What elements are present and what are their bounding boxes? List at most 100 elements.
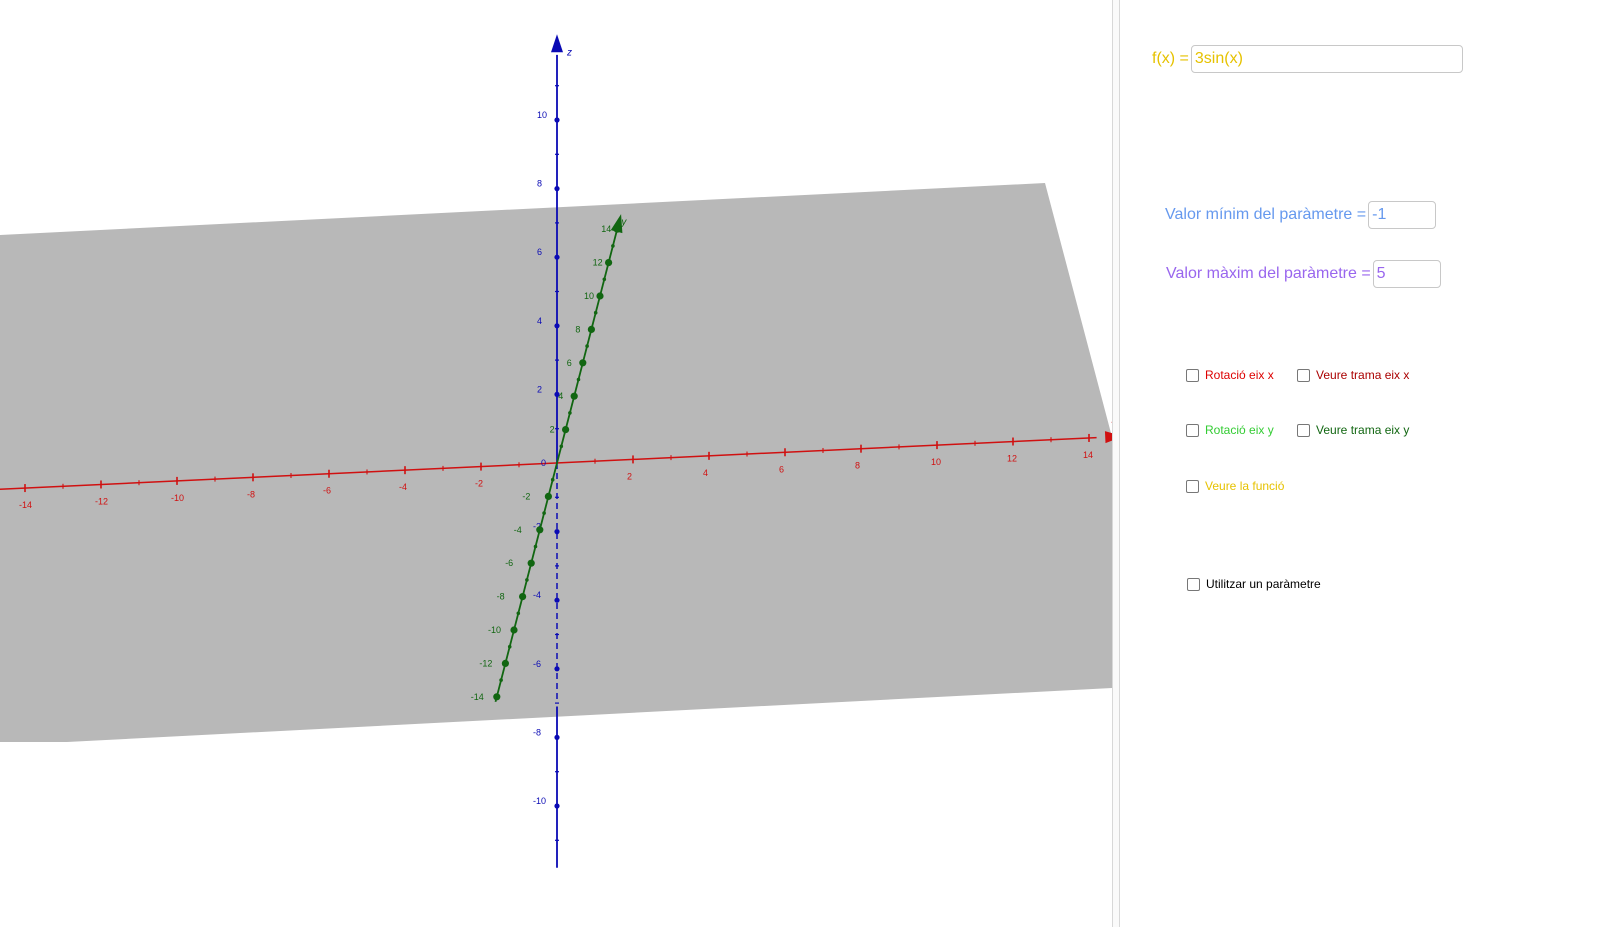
param-max-input[interactable] <box>1372 260 1441 288</box>
y-axis-tick <box>507 644 512 649</box>
y-tick-label: 6 <box>567 358 572 368</box>
x-tick-label: 2 <box>627 471 632 481</box>
z-axis-tick <box>554 254 560 260</box>
z-axis-tick <box>554 734 560 741</box>
grid-y-label: Veure trama eix y <box>1316 423 1410 437</box>
y-axis-tick <box>493 693 501 701</box>
function-label: f(x) = <box>1152 50 1189 67</box>
x-tick-label: -4 <box>399 482 407 492</box>
y-axis-name: y <box>620 217 627 228</box>
x-tick-label: 8 <box>855 461 860 471</box>
x-tick-label: -12 <box>95 496 108 506</box>
checkbox-use-parameter[interactable]: Utilitzar un paràmetre <box>1187 577 1321 591</box>
use-parameter-label: Utilitzar un paràmetre <box>1206 577 1321 591</box>
param-max-row: Valor màxim del paràmetre = <box>1166 260 1441 288</box>
y-axis-tick <box>499 678 503 682</box>
function-row: f(x) = <box>1152 45 1463 73</box>
y-tick-label: 2 <box>550 425 555 435</box>
y-axis-tick <box>602 277 607 282</box>
z-tick-label: 6 <box>537 247 542 257</box>
y-axis-tick <box>544 492 553 500</box>
y-tick-label: -6 <box>505 558 513 568</box>
y-axis-tick <box>585 344 589 348</box>
y-tick-label: -8 <box>497 592 505 602</box>
z-tick-label: -6 <box>533 659 541 669</box>
y-axis-tick <box>596 292 604 300</box>
x-tick-label: 14 <box>1083 450 1093 460</box>
checkbox-grid-x[interactable]: Veure trama eix x <box>1297 368 1409 382</box>
y-axis-tick <box>611 244 615 248</box>
y-axis-tick <box>559 444 564 449</box>
z-tick-label: -8 <box>533 727 541 737</box>
x-tick-label: 10 <box>931 457 941 467</box>
y-axis-tick <box>510 626 518 634</box>
y-axis-tick <box>516 611 521 616</box>
z-axis-tick <box>554 666 560 672</box>
z-axis-tick <box>554 597 560 603</box>
checkbox-grid-y[interactable]: Veure trama eix y <box>1297 423 1409 437</box>
y-axis-tick <box>525 578 529 582</box>
checkbox-rotation-x[interactable]: Rotació eix x <box>1186 368 1274 382</box>
y-tick-label: -2 <box>522 491 530 501</box>
y-axis-tick <box>579 359 587 367</box>
checkbox-show-function[interactable]: Veure la funció <box>1186 479 1284 493</box>
z-axis-tick <box>554 529 560 535</box>
y-axis-tick <box>570 392 578 400</box>
origin-label: 0 <box>541 458 546 468</box>
y-axis-tick <box>550 477 555 482</box>
y-axis-tick <box>568 411 572 415</box>
y-axis-tick <box>587 325 596 333</box>
3d-scene[interactable]: -14-12-10-8-6-4-22468101214x-10-8-6-4-22… <box>0 0 1112 927</box>
z-tick-label: 10 <box>537 110 547 120</box>
x-tick-label: 12 <box>1007 454 1017 464</box>
grid-x-label: Veure trama eix x <box>1316 368 1410 382</box>
z-axis-tick <box>554 117 560 123</box>
x-tick-label: 4 <box>703 468 708 478</box>
y-axis-tick <box>519 593 527 601</box>
use-parameter-checkbox[interactable] <box>1187 577 1200 591</box>
rotation-x-checkbox[interactable] <box>1186 368 1199 382</box>
z-tick-label: 4 <box>537 316 542 326</box>
x-tick-label: -14 <box>19 500 32 510</box>
y-axis-tick <box>527 559 535 567</box>
param-min-input[interactable] <box>1368 201 1437 229</box>
x-tick-label: -8 <box>247 489 255 499</box>
y-axis-tick <box>605 259 613 267</box>
z-tick-label: -4 <box>533 590 541 600</box>
x-tick-label: -2 <box>475 479 483 489</box>
y-axis-tick <box>542 511 546 515</box>
grid-x-checkbox[interactable] <box>1297 368 1310 382</box>
param-min-row: Valor mínim del paràmetre = <box>1165 201 1437 229</box>
y-tick-label: -12 <box>479 658 492 668</box>
show-function-label: Veure la funció <box>1205 479 1285 493</box>
y-tick-label: 10 <box>584 291 594 301</box>
z-axis-name: z <box>566 47 572 58</box>
graphics-3d-view[interactable]: -14-12-10-8-6-4-22468101214x-10-8-6-4-22… <box>0 0 1112 927</box>
checkbox-rotation-y[interactable]: Rotació eix y <box>1186 423 1274 437</box>
x-tick-label: -10 <box>171 493 184 503</box>
y-axis-tick <box>613 225 621 233</box>
y-axis-tick <box>533 544 538 549</box>
y-tick-label: 12 <box>593 258 603 268</box>
x-tick-label: 6 <box>779 464 784 474</box>
z-axis-tick <box>554 803 560 809</box>
z-axis-tick <box>554 323 560 329</box>
y-tick-label: -10 <box>488 625 501 635</box>
rotation-y-checkbox[interactable] <box>1186 423 1199 437</box>
side-panel: f(x) = Valor mínim del paràmetre = Valor… <box>1120 0 1600 927</box>
rotation-x-label: Rotació eix x <box>1205 368 1274 382</box>
y-tick-label: 8 <box>575 324 580 334</box>
z-tick-label: 2 <box>537 384 542 394</box>
y-tick-label: 14 <box>601 224 611 234</box>
show-function-checkbox[interactable] <box>1186 479 1199 493</box>
grid-y-checkbox[interactable] <box>1297 423 1310 437</box>
y-axis-tick <box>576 377 581 382</box>
z-tick-label: -10 <box>533 796 546 806</box>
y-axis-tick <box>593 310 598 315</box>
z-tick-label: 8 <box>537 179 542 189</box>
function-input[interactable] <box>1190 45 1463 73</box>
param-max-label: Valor màxim del paràmetre = <box>1166 265 1371 282</box>
panel-divider[interactable] <box>1112 0 1120 927</box>
y-axis-tick <box>536 526 544 534</box>
y-axis-tick <box>562 426 570 434</box>
